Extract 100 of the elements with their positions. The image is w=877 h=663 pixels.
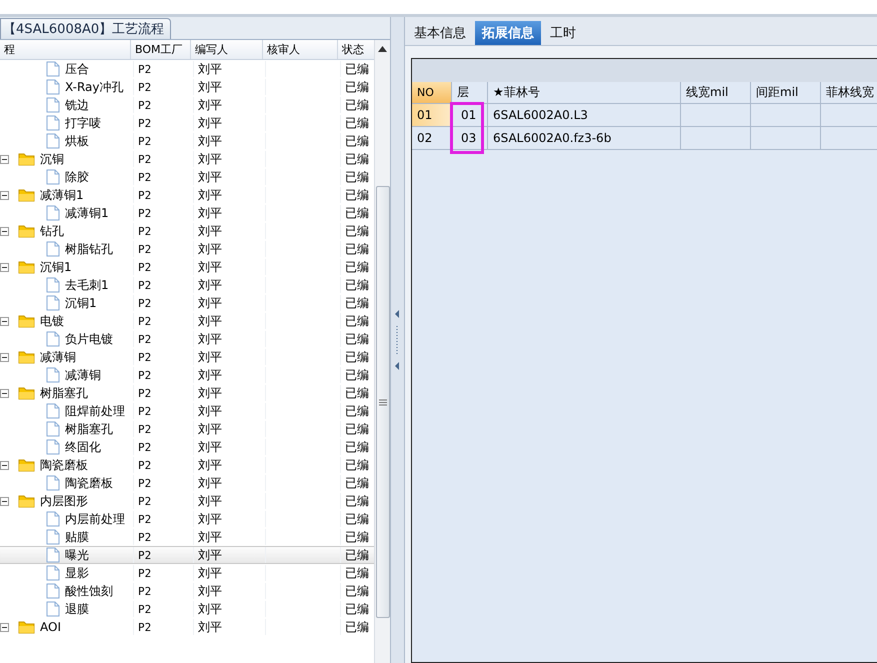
step-name: 树脂塞孔	[40, 385, 88, 401]
writer-cell: 刘平	[198, 547, 222, 563]
step-name: 内层前处理	[65, 511, 125, 527]
status-cell: 已编	[345, 511, 369, 527]
writer-cell: 刘平	[198, 115, 222, 131]
step-name: 沉铜1	[40, 259, 72, 275]
tab[interactable]: 拓展信息	[475, 21, 541, 45]
column-header[interactable]: NO	[412, 82, 452, 104]
collapse-icon[interactable]	[0, 460, 9, 470]
document-icon	[46, 421, 60, 437]
factory-cell: P2	[138, 404, 152, 418]
collapse-icon[interactable]	[0, 190, 9, 200]
step-name: 减薄铜1	[40, 187, 84, 203]
factory-cell: P2	[138, 206, 152, 220]
collapse-icon[interactable]	[0, 226, 9, 236]
writer-cell: 刘平	[198, 493, 222, 509]
status-cell: 已编	[345, 97, 369, 113]
column-header[interactable]: 核审人	[263, 40, 338, 59]
status-cell: 已编	[345, 313, 369, 329]
scroll-thumb[interactable]	[376, 186, 390, 618]
tab[interactable]: 工时	[543, 21, 583, 45]
writer-cell: 刘平	[198, 133, 222, 149]
factory-cell: P2	[138, 278, 152, 292]
status-cell: 已编	[345, 367, 369, 383]
collapse-icon[interactable]	[0, 352, 9, 362]
step-name: 烘板	[65, 133, 89, 149]
step-name: 陶瓷磨板	[40, 457, 88, 473]
writer-cell: 刘平	[198, 331, 222, 347]
document-icon	[46, 565, 60, 581]
writer-cell: 刘平	[198, 511, 222, 527]
writer-cell: 刘平	[198, 421, 222, 437]
step-name: 退膜	[65, 601, 89, 617]
writer-cell: 刘平	[198, 367, 222, 383]
grid-cell	[681, 127, 751, 150]
writer-cell: 刘平	[198, 385, 222, 401]
column-header[interactable]: 间距mil	[751, 82, 821, 104]
highlight-frame	[450, 102, 484, 154]
folder-icon	[18, 188, 35, 202]
status-cell: 已编	[345, 259, 369, 275]
tree-row[interactable]: 曝光 P2 刘平 已编	[0, 546, 374, 564]
grid-cell	[681, 104, 751, 127]
column-header[interactable]: ★菲林号	[488, 82, 681, 104]
column-header[interactable]: 线宽mil	[681, 82, 751, 104]
factory-cell: P2	[138, 224, 152, 238]
status-cell: 已编	[345, 619, 369, 635]
writer-cell: 刘平	[198, 169, 222, 185]
document-icon	[46, 97, 60, 113]
grid-cell: 6SAL6002A0.L3	[488, 104, 681, 127]
writer-cell: 刘平	[198, 61, 222, 77]
step-name: 减薄铜	[40, 349, 76, 365]
factory-cell: P2	[138, 116, 152, 130]
scrollbar[interactable]	[374, 40, 390, 663]
writer-cell: 刘平	[198, 565, 222, 581]
column-header[interactable]: BOM工厂	[131, 40, 191, 59]
document-icon	[46, 583, 60, 599]
status-cell: 已编	[345, 133, 369, 149]
folder-icon	[18, 620, 35, 634]
collapse-icon[interactable]	[0, 388, 9, 398]
collapse-icon[interactable]	[0, 622, 9, 632]
factory-cell: P2	[138, 530, 152, 544]
factory-cell: P2	[138, 98, 152, 112]
tab[interactable]: 基本信息	[407, 21, 473, 45]
document-icon	[46, 133, 60, 149]
grip-icon	[378, 398, 386, 406]
collapse-icon[interactable]	[0, 262, 9, 272]
scroll-up-icon[interactable]	[378, 46, 387, 52]
status-cell: 已编	[345, 547, 369, 563]
factory-cell: P2	[138, 512, 152, 526]
factory-cell: P2	[138, 332, 152, 346]
step-name: 减薄铜1	[65, 205, 109, 221]
factory-cell: P2	[138, 296, 152, 310]
document-icon	[46, 367, 60, 383]
status-cell: 已编	[345, 79, 369, 95]
factory-cell: P2	[138, 242, 152, 256]
document-icon	[46, 529, 60, 545]
grid-cell	[751, 127, 821, 150]
factory-cell: P2	[138, 62, 152, 76]
step-name: 铣边	[65, 97, 89, 113]
collapse-icon[interactable]	[0, 316, 9, 326]
step-name: 压合	[65, 61, 89, 77]
factory-cell: P2	[138, 80, 152, 94]
collapse-icon[interactable]	[0, 154, 9, 164]
column-header[interactable]: 程	[0, 40, 131, 59]
column-header[interactable]: 编写人	[191, 40, 263, 59]
collapse-icon[interactable]	[0, 496, 9, 506]
status-cell: 已编	[345, 475, 369, 491]
step-name: 钻孔	[40, 223, 64, 239]
factory-cell: P2	[138, 566, 152, 580]
step-name: 酸性蚀刻	[65, 583, 113, 599]
step-name: 阻焊前处理	[65, 403, 125, 419]
splitter-grip-icon	[395, 310, 400, 370]
step-name: 陶瓷磨板	[65, 475, 113, 491]
factory-cell: P2	[138, 476, 152, 490]
status-cell: 已编	[345, 439, 369, 455]
status-cell: 已编	[345, 349, 369, 365]
factory-cell: P2	[138, 620, 152, 634]
factory-cell: P2	[138, 422, 152, 436]
status-cell: 已编	[345, 457, 369, 473]
process-tab[interactable]: 【4SAL6008A0】工艺流程	[0, 18, 172, 39]
step-name: 贴膜	[65, 529, 89, 545]
